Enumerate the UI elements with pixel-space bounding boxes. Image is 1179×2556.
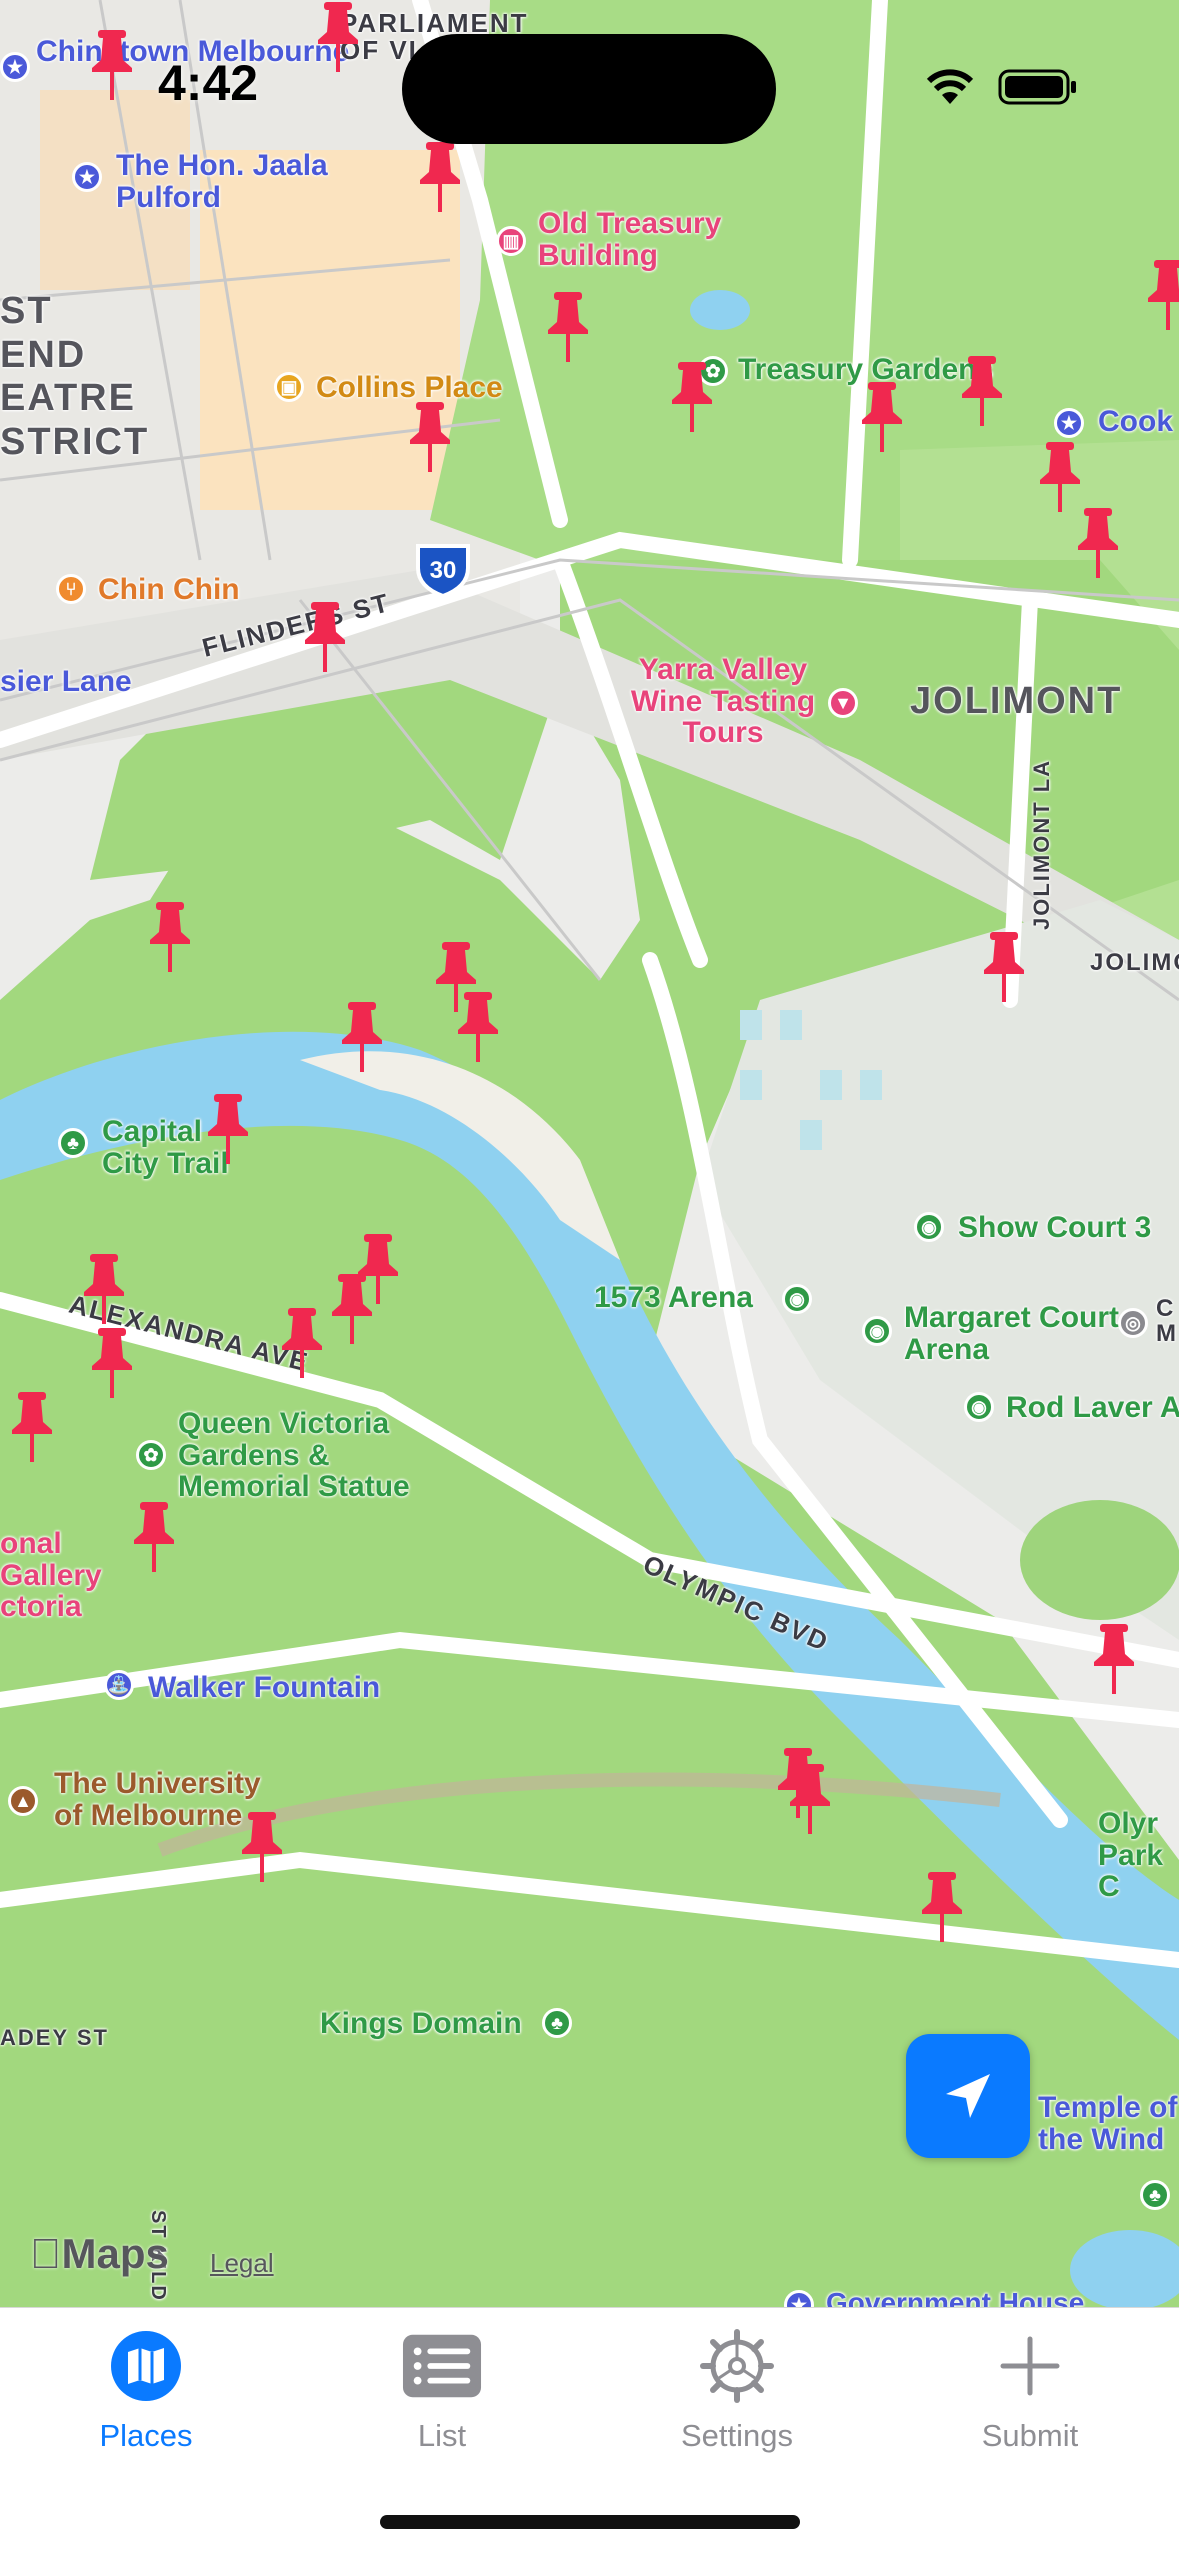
map-pin-icon[interactable] xyxy=(328,1272,376,1346)
location-arrow-icon xyxy=(946,2074,990,2118)
gear-icon xyxy=(697,2326,777,2406)
map-pin-icon[interactable] xyxy=(314,0,362,74)
route-30-label: 30 xyxy=(430,557,457,584)
poi-museum-icon[interactable]: ▥ xyxy=(496,226,526,256)
map-pin-icon[interactable] xyxy=(406,400,454,474)
list-icon xyxy=(402,2326,482,2406)
map-label-old-treasury[interactable]: Old Treasury Building xyxy=(538,208,758,271)
poi-kings-domain-icon[interactable]: ♣ xyxy=(542,2008,572,2038)
tab-submit[interactable]: Submit xyxy=(930,2326,1130,2476)
tab-list-label: List xyxy=(417,2418,467,2453)
map-label-government-house[interactable]: Government House xyxy=(826,2288,1084,2307)
poi-restaurant-icon[interactable]: ⑂ xyxy=(56,574,86,604)
poi-1573-arena-icon[interactable]: ◉ xyxy=(782,1284,812,1314)
map-label-parliament: PARLIAMENT OF VI xyxy=(340,8,529,66)
apple-maps-logo: Maps xyxy=(30,2230,169,2278)
poi-show-court-icon[interactable]: ◉ xyxy=(914,1212,944,1242)
map-pin-icon[interactable] xyxy=(204,1092,252,1166)
map-label-show-court[interactable]: Show Court 3 xyxy=(958,1212,1151,1244)
poi-trail-icon[interactable]: ♣ xyxy=(58,1128,88,1158)
map-label-rod-laver[interactable]: Rod Laver A xyxy=(1006,1392,1179,1424)
map-pin-icon[interactable] xyxy=(454,990,502,1064)
map-label-jolimo: JOLIMO xyxy=(1090,949,1179,976)
map-pin-icon[interactable] xyxy=(1074,506,1122,580)
map-pin-icon[interactable] xyxy=(238,1810,286,1884)
legal-link[interactable]: Legal xyxy=(210,2248,274,2279)
poi-cook-icon[interactable]: ★ xyxy=(1054,408,1084,438)
tab-places[interactable]: Places xyxy=(46,2326,246,2476)
poi-venue-icon[interactable]: ◎ xyxy=(1118,1308,1148,1338)
map-label-adey-st: ADEY ST xyxy=(0,2025,109,2050)
map-label-margaret-court[interactable]: Margaret Court Arena xyxy=(904,1302,1124,1365)
map-pin-icon[interactable] xyxy=(88,1326,136,1400)
map-pin-icon[interactable] xyxy=(338,1000,386,1074)
map-pin-icon[interactable] xyxy=(88,28,136,102)
map-view[interactable]: Chinatown Melbourne The Hon. Jaala Pulfo… xyxy=(0,0,1179,2307)
poi-fountain-icon[interactable]: ⛲ xyxy=(104,1670,134,1700)
tab-settings[interactable]: Settings xyxy=(637,2326,837,2476)
map-label-yarra-valley[interactable]: Yarra Valley Wine Tasting Tours xyxy=(618,654,828,749)
map-pin-icon[interactable] xyxy=(980,930,1028,1004)
plus-icon xyxy=(990,2326,1070,2406)
map-pin-icon[interactable] xyxy=(146,900,194,974)
map-icon xyxy=(106,2326,186,2406)
map-label-collins-place[interactable]: Collins Place xyxy=(316,372,503,404)
tab-list[interactable]: List xyxy=(342,2326,542,2476)
tab-settings-label: Settings xyxy=(680,2418,793,2453)
poi-wine-icon[interactable]: ▼ xyxy=(828,688,858,718)
map-label-cook[interactable]: Cook xyxy=(1098,406,1173,438)
poi-rod-laver-icon[interactable]: ◉ xyxy=(964,1392,994,1422)
map-label-walker-fountain[interactable]: Walker Fountain xyxy=(148,1672,380,1704)
map-pin-icon[interactable] xyxy=(918,1870,966,1944)
map-label-national-gallery[interactable]: onal Gallery ctoria xyxy=(0,1528,130,1623)
map-pin-icon[interactable] xyxy=(668,360,716,434)
map-pin-icon[interactable] xyxy=(130,1500,178,1574)
map-label-east-end-district: ST END EATRE STRICT xyxy=(0,290,150,464)
map-pin-icon[interactable] xyxy=(8,1390,56,1464)
poi-park-icon[interactable]: ♣ xyxy=(1140,2180,1170,2210)
map-label-temple-wind[interactable]: Temple of the Wind xyxy=(1038,2092,1179,2155)
route-30-shield-icon: 30 xyxy=(416,544,470,598)
map-label-sier-lane[interactable]: sier Lane xyxy=(0,666,132,698)
map-label-cm: C M xyxy=(1156,1295,1178,1348)
poi-shopping-icon[interactable]: ▣ xyxy=(274,372,304,402)
poi-margaret-court-icon[interactable]: ◉ xyxy=(862,1316,892,1346)
map-pin-icon[interactable] xyxy=(1036,440,1084,514)
app-screen: Chinatown Melbourne The Hon. Jaala Pulfo… xyxy=(0,0,1179,2556)
map-pin-icon[interactable] xyxy=(958,354,1006,428)
map-pin-icon[interactable] xyxy=(278,1306,326,1380)
map-label-1573-arena[interactable]: 1573 Arena xyxy=(594,1282,753,1314)
map-pin-icon[interactable] xyxy=(301,600,349,674)
map-label-olympic-park[interactable]: Olyr Park C xyxy=(1098,1808,1179,1903)
home-indicator[interactable] xyxy=(380,2515,800,2529)
apple-icon:  xyxy=(30,2230,62,2277)
map-pin-icon[interactable] xyxy=(786,1762,834,1836)
tab-places-label: Places xyxy=(99,2418,193,2453)
maps-brand-label: Maps xyxy=(30,2230,169,2277)
tab-submit-label: Submit xyxy=(981,2418,1079,2453)
map-pin-icon[interactable] xyxy=(858,380,906,454)
map-label-queen-victoria-gardens[interactable]: Queen Victoria Gardens & Memorial Statue xyxy=(178,1408,438,1503)
map-pin-icon[interactable] xyxy=(1144,258,1179,332)
map-label-jolimont: JOLIMONT xyxy=(910,680,1123,722)
map-label-hon-jaala[interactable]: The Hon. Jaala Pulford xyxy=(116,150,336,213)
current-location-button[interactable] xyxy=(906,2034,1030,2158)
map-label-jolimont-la: JOLIMONT LA xyxy=(1029,758,1054,930)
poi-queen-victoria-icon[interactable]: ✿ xyxy=(136,1440,166,1470)
poi-university-icon[interactable]: ▲ xyxy=(8,1786,38,1816)
map-label-chin-chin[interactable]: Chin Chin xyxy=(98,574,240,606)
map-pin-icon[interactable] xyxy=(1090,1622,1138,1696)
map-label-chinatown[interactable]: Chinatown Melbourne xyxy=(36,36,349,68)
map-label-kings-domain[interactable]: Kings Domain xyxy=(320,2008,522,2040)
poi-chinatown-icon[interactable]: ★ xyxy=(0,52,30,82)
map-pin-icon[interactable] xyxy=(544,290,592,364)
map-pin-icon[interactable] xyxy=(80,1252,128,1326)
map-pin-icon[interactable] xyxy=(416,140,464,214)
poi-hon-jaala-icon[interactable]: ★ xyxy=(72,162,102,192)
